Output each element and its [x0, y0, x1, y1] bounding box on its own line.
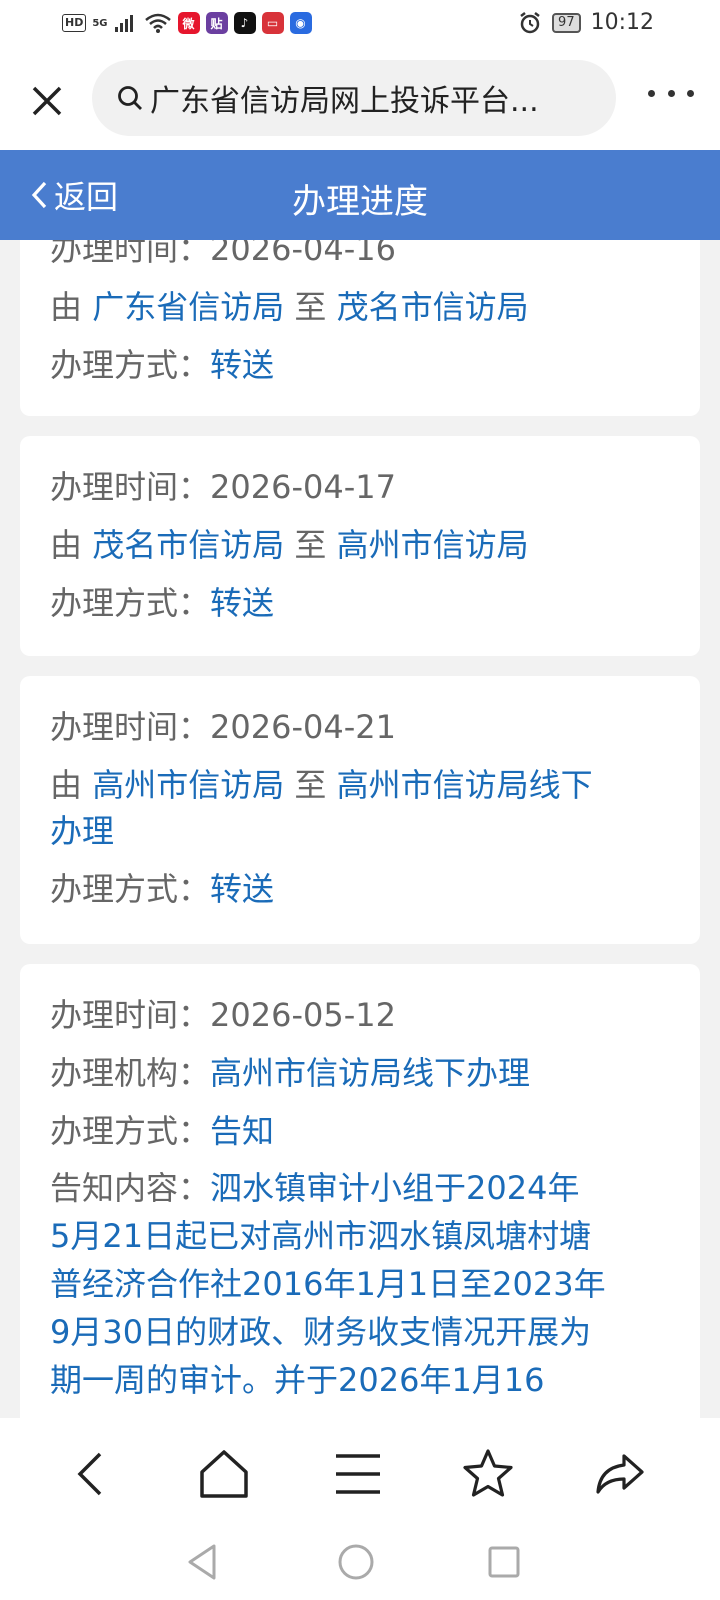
- address-bar[interactable]: 广东省信访局网上投诉平台...: [92, 60, 616, 136]
- method-row: 办理方式：告知: [50, 1112, 275, 1150]
- notice-content: 告知内容：泗水镇审计小组于2024年 5月21日起已对高州市泗水镇凤塘村塘 普经…: [50, 1169, 606, 1399]
- system-home-button[interactable]: [336, 1542, 376, 1586]
- more-dot-icon: [667, 90, 675, 97]
- back-triangle-icon: [188, 1544, 216, 1580]
- menu-icon: [336, 1454, 380, 1494]
- route-row: 由 广东省信访局 至 茂名市信访局: [50, 288, 529, 326]
- close-button[interactable]: [22, 76, 72, 126]
- share-icon: [596, 1454, 644, 1494]
- app-icon: 贴: [205, 12, 228, 34]
- search-icon: [118, 86, 142, 110]
- nav-bookmark-button[interactable]: [460, 1446, 516, 1502]
- nav-share-button[interactable]: [592, 1446, 648, 1502]
- org-row: 办理机构：高州市信访局线下办理: [50, 1054, 531, 1092]
- page-header: 返回 办理进度: [0, 150, 720, 240]
- progress-card: 办理时间：2026-04-16 由 广东省信访局 至 茂名市信访局 办理方式：转…: [20, 240, 700, 416]
- book-icon: ▭: [261, 12, 284, 34]
- route-row: 由 茂名市信访局 至 高州市信访局: [50, 526, 529, 564]
- method-row: 办理方式：转送: [50, 584, 275, 622]
- time-row: 办理时间：2026-05-12: [50, 996, 396, 1034]
- alarm-icon: [520, 11, 540, 33]
- progress-card: 办理时间：2026-04-17 由 茂名市信访局 至 高州市信访局 办理方式：转…: [20, 436, 700, 656]
- more-dot-icon: [648, 90, 655, 97]
- browser-bottom-nav: [0, 1418, 720, 1528]
- home-circle-icon: [338, 1544, 374, 1580]
- progress-card: 办理时间：2026-05-12 办理机构：高州市信访局线下办理 办理方式：告知 …: [20, 964, 700, 1418]
- browser-toolbar: 广东省信访局网上投诉平台...: [0, 50, 720, 150]
- time-row: 办理时间：2026-04-17: [50, 468, 396, 506]
- time-row: 办理时间：2026-04-21: [50, 708, 396, 746]
- star-icon: [463, 1449, 513, 1497]
- progress-list: 办理时间：2026-04-16 由 广东省信访局 至 茂名市信访局 办理方式：转…: [0, 240, 720, 1418]
- hd-badge: HD: [62, 14, 87, 32]
- nav-home-button[interactable]: [196, 1446, 252, 1502]
- progress-card: 办理时间：2026-04-21 由 高州市信访局 至 高州市信访局线下 办理 办…: [20, 676, 700, 944]
- page-title: 办理进度: [292, 182, 428, 222]
- back-icon: [77, 1452, 102, 1496]
- system-back-button[interactable]: [184, 1542, 220, 1586]
- battery-indicator: 97: [552, 12, 581, 33]
- status-bar: HD 5G 微 贴 ♪ ▭ ◉ 97 10:12: [0, 0, 720, 50]
- method-row: 办理方式：转送: [50, 346, 275, 384]
- clock: 10:12: [590, 10, 654, 35]
- weibo-icon: 微: [177, 12, 200, 34]
- method-row: 办理方式：转送: [50, 870, 275, 908]
- recents-square-icon: [488, 1546, 520, 1578]
- nav-back-button[interactable]: [64, 1446, 120, 1502]
- network-type: 5G: [92, 17, 108, 29]
- system-recents-button[interactable]: [486, 1542, 522, 1586]
- nav-menu-button[interactable]: [330, 1446, 386, 1502]
- route-row: 由 高州市信访局 至 高州市信访局线下 办理: [50, 766, 593, 850]
- home-icon: [200, 1450, 248, 1498]
- system-nav-bar: [0, 1528, 720, 1600]
- url-text: 广东省信访局网上投诉平台...: [150, 84, 539, 119]
- close-icon: [32, 86, 62, 116]
- more-options-button[interactable]: [648, 90, 694, 106]
- time-row: 办理时间：2026-04-16: [50, 240, 396, 268]
- tiktok-icon: ♪: [233, 12, 256, 34]
- signal-icon: [114, 15, 133, 32]
- more-dot-icon: [687, 90, 694, 97]
- wifi-icon: [144, 13, 171, 33]
- bulb-icon: ◉: [289, 12, 312, 34]
